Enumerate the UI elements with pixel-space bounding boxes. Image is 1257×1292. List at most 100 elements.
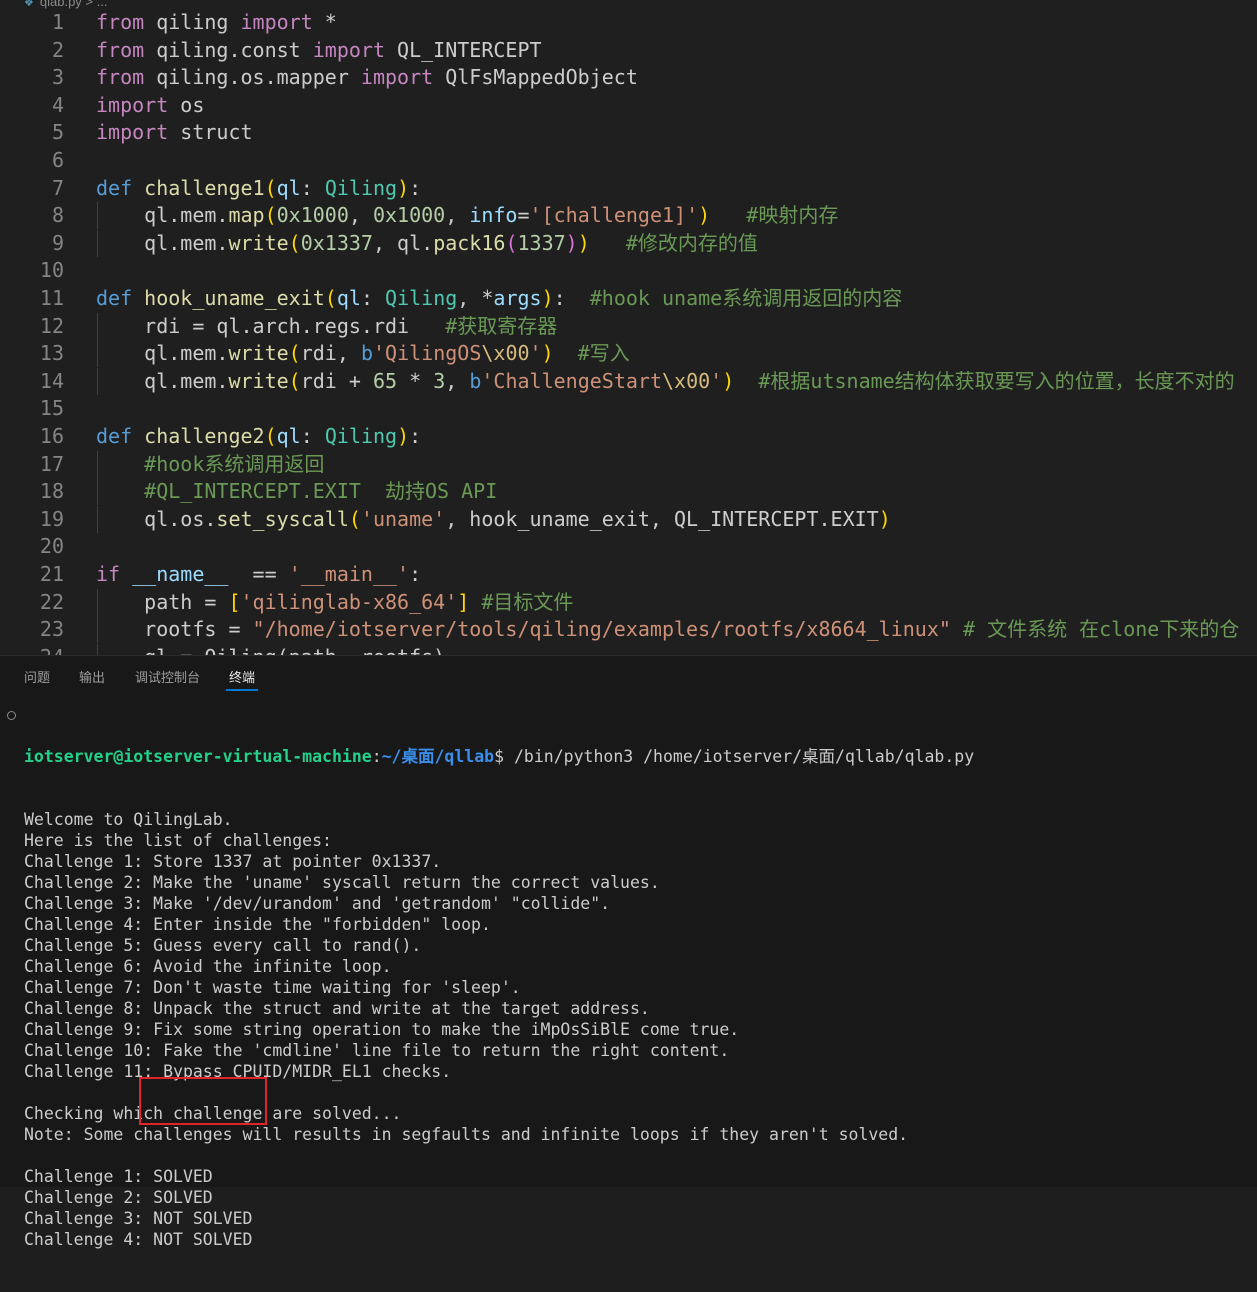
code-text: path = ['qilinglab-x86_64'] #目标文件 (96, 589, 574, 614)
prompt-user: iotserver@iotserver-virtual-machine (24, 747, 372, 766)
line-number: 4 (51, 92, 64, 117)
code-text: if __name__ == '__main__': (96, 562, 422, 586)
code-line[interactable]: 7 def challenge1(ql: Qiling): (0, 175, 1257, 202)
code-line[interactable]: 6 (0, 147, 1257, 174)
line-number: 14 (39, 368, 64, 393)
line-number: 19 (39, 506, 64, 531)
code-line[interactable]: 2 from qiling.const import QL_INTERCEPT (0, 37, 1257, 64)
line-number: 8 (51, 203, 64, 228)
terminal-line: Challenge 1: Store 1337 at pointer 0x133… (24, 852, 442, 871)
code-line[interactable]: 5 import struct (0, 119, 1257, 146)
terminal-line: Challenge 9: Fix some string operation t… (24, 1020, 740, 1039)
code-line[interactable]: 13 ql.mem.write(rdi, b'QilingOS\x00') #写… (0, 340, 1257, 368)
line-number: 15 (39, 396, 64, 421)
breadcrumb[interactable]: ❖ qlab.py > ... (24, 0, 108, 9)
code-line[interactable]: 1 from qiling import * (0, 9, 1257, 36)
code-text: ql.mem.write(rdi + 65 * 3, b'ChallengeSt… (96, 368, 1235, 393)
code-line[interactable]: 19 ql.os.set_syscall('uname', hook_uname… (0, 505, 1257, 533)
command-status-icon (7, 711, 16, 720)
terminal-line: Challenge 4: Enter inside the "forbidden… (24, 915, 491, 934)
line-number: 2 (51, 37, 64, 62)
terminal-line: Challenge 10: Fake the 'cmdline' line fi… (24, 1041, 730, 1060)
code-text: ql.mem.write(rdi, b'QilingOS\x00') #写入 (96, 341, 630, 366)
line-number: 10 (39, 258, 64, 283)
terminal-output[interactable]: iotserver@iotserver-virtual-machine:~/桌面… (24, 704, 974, 1292)
tab-problems[interactable]: 问题 (24, 667, 50, 686)
code-text: def challenge2(ql: Qiling): (96, 424, 422, 448)
line-number: 22 (39, 589, 64, 614)
terminal-line: Challenge 3: NOT SOLVED (24, 1209, 253, 1228)
code-line[interactable]: 11 def hook_uname_exit(ql: Qiling, *args)… (0, 285, 1257, 312)
code-line[interactable]: 20 (0, 533, 1257, 560)
code-text: import struct (96, 120, 253, 145)
code-line[interactable]: 3 from qiling.os.mapper import QlFsMapped… (0, 64, 1257, 91)
terminal-prompt-line: iotserver@iotserver-virtual-machine:~/桌面… (24, 746, 974, 767)
tab-terminal[interactable]: 终端 (229, 667, 255, 686)
code-text: rdi = ql.arch.regs.rdi #获取寄存器 (96, 313, 558, 338)
line-number: 11 (39, 286, 64, 310)
line-number: 23 (39, 617, 64, 642)
line-number: 16 (39, 424, 64, 448)
code-line[interactable]: 23 rootfs = "/home/iotserver/tools/qilin… (0, 616, 1257, 644)
code-text: from qiling.os.mapper import QlFsMappedO… (96, 65, 638, 90)
breadcrumb-text: qlab.py > ... (39, 0, 108, 9)
code-line[interactable]: 12 rdi = ql.arch.regs.rdi #获取寄存器 (0, 312, 1257, 340)
line-number: 7 (51, 175, 64, 200)
line-number: 17 (39, 451, 64, 476)
line-number: 24 (0, 644, 64, 655)
line-number: 18 (39, 479, 64, 504)
code-text: rootfs = "/home/iotserver/tools/qiling/e… (96, 617, 1240, 642)
terminal-line: Challenge 8: Unpack the struct and write… (24, 999, 650, 1018)
code-text: from qiling import * (96, 10, 337, 34)
line-number: 13 (39, 341, 64, 366)
terminal-line: Challenge 1: SOLVED (24, 1167, 213, 1186)
prompt-path: ~/桌面/qllab (381, 747, 495, 766)
terminal-line: Challenge 4: NOT SOLVED (24, 1230, 253, 1249)
active-tab-indicator (226, 689, 258, 691)
code-line[interactable]: 22 path = ['qilinglab-x86_64'] #目标文件 (0, 588, 1257, 616)
code-text: from qiling.const import QL_INTERCEPT (96, 37, 542, 62)
code-line[interactable]: 16 def challenge2(ql: Qiling): (0, 423, 1257, 450)
terminal-line: Challenge 2: Make the 'uname' syscall re… (24, 873, 660, 892)
line-number: 6 (51, 148, 64, 172)
terminal-line: Note: Some challenges will results in se… (24, 1125, 909, 1144)
code-line[interactable]: 21 if __name__ == '__main__': (0, 561, 1257, 588)
code-line[interactable]: 10 (0, 257, 1257, 284)
solved-highlight-box (139, 1077, 267, 1125)
line-number: 1 (51, 10, 64, 34)
prompt-command: $ /bin/python3 /home/iotserver/桌面/qllab/… (494, 747, 975, 766)
line-number: 21 (39, 562, 64, 586)
code-text: def hook_uname_exit(ql: Qiling, *args): … (96, 286, 903, 310)
code-line[interactable]: 14 ql.mem.write(rdi + 65 * 3, b'Challeng… (0, 367, 1257, 395)
code-line[interactable]: 4 import os (0, 92, 1257, 119)
code-line[interactable]: 8 ql.mem.map(0x1000, 0x1000, info='[chal… (0, 202, 1257, 230)
code-line[interactable]: 9 ql.mem.write(0x1337, ql.pack16(1337)) … (0, 229, 1257, 257)
line-number: 5 (51, 120, 64, 145)
line-number: 12 (39, 313, 64, 338)
line-number: 9 (51, 230, 64, 255)
terminal-line: Challenge 7: Don't waste time waiting fo… (24, 978, 521, 997)
terminal-line: Welcome to QilingLab. (24, 810, 233, 829)
code-line[interactable]: 18 #QL_INTERCEPT.EXIT 劫持OS API (0, 478, 1257, 506)
code-text: ql.mem.write(0x1337, ql.pack16(1337)) #修… (96, 230, 758, 255)
code-line[interactable]: 24 ql = Qiling(path, rootfs) (0, 643, 1257, 655)
code-line[interactable]: 15 (0, 395, 1257, 422)
terminal-line: Challenge 5: Guess every call to rand(). (24, 936, 422, 955)
terminal-lines: Welcome to QilingLab. Here is the list of… (24, 809, 974, 1250)
python-file-icon: ❖ (24, 0, 34, 9)
code-editor[interactable]: ❖ qlab.py > ... 1 from qiling import * 2 fro… (0, 0, 1257, 655)
terminal-line: Challenge 2: SOLVED (24, 1188, 213, 1207)
code-text: ql = Qiling(path, rootfs) (96, 644, 445, 655)
tab-output[interactable]: 输出 (79, 667, 105, 686)
code-text: import os (96, 92, 205, 117)
code-text: def challenge1(ql: Qiling): (96, 175, 422, 200)
code-text: #hook系统调用返回 (144, 451, 325, 476)
code-text: ql.mem.map(0x1000, 0x1000, info='[challe… (96, 203, 839, 228)
tab-debug-console[interactable]: 调试控制台 (135, 667, 200, 686)
code-line[interactable]: 17 #hook系统调用返回 (0, 450, 1257, 478)
prompt-sep: : (371, 747, 382, 766)
terminal-line: Challenge 3: Make '/dev/urandom' and 'ge… (24, 894, 611, 913)
code-text: ql.os.set_syscall('uname', hook_uname_ex… (96, 506, 891, 531)
panel-tabs: 问题 输出 调试控制台 终端 (0, 656, 1257, 692)
